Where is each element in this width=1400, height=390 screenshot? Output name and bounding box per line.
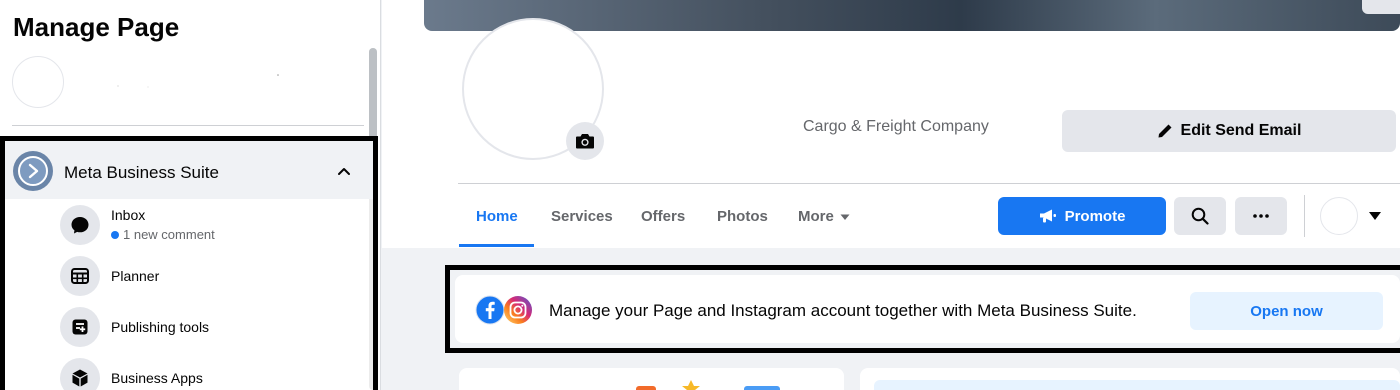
promo-banner: Manage your Page and Instagram account t… [455, 275, 1400, 343]
panel-title: Manage Page [13, 12, 180, 42]
cube-icon [60, 358, 100, 390]
promote-label: Promote [1064, 207, 1126, 225]
tab-offers[interactable]: Offers [641, 208, 685, 225]
page-avatar[interactable] [12, 56, 64, 108]
promo-text: Manage your Page and Instagram account t… [549, 301, 1137, 320]
more-dots-icon [1253, 214, 1269, 218]
publishing-tools-icon [60, 307, 100, 347]
meta-business-suite-section: Meta Business Suite Inbox 1 new comment … [0, 136, 378, 390]
edit-send-email-label: Edit Send Email [1180, 122, 1302, 139]
tab-home[interactable]: Home [476, 208, 518, 225]
chat-bubble-icon [60, 205, 100, 245]
page-main: Cargo & Freight Company Edit Send Email … [382, 0, 1400, 390]
promote-button[interactable]: Promote [998, 197, 1166, 235]
sidebar-item-label: Inbox [111, 207, 146, 223]
caret-down-icon [840, 214, 850, 220]
tab-photos[interactable]: Photos [717, 208, 768, 225]
actions-divider [1304, 195, 1305, 237]
caret-down-icon[interactable] [1368, 210, 1382, 222]
content-card-right [860, 368, 1400, 390]
more-options-button[interactable] [1235, 197, 1287, 235]
meta-business-suite-header[interactable]: Meta Business Suite [5, 141, 373, 199]
card-highlight [874, 380, 1400, 390]
tab-services[interactable]: Services [551, 208, 613, 225]
sidebar-item-business-apps[interactable]: Business Apps [60, 356, 360, 390]
panel-divider [12, 125, 364, 126]
sidebar-item-inbox[interactable]: Inbox 1 new comment [60, 203, 360, 247]
unread-dot-icon [111, 230, 119, 239]
megaphone-icon [1039, 209, 1056, 223]
meta-business-suite-promo: Manage your Page and Instagram account t… [445, 265, 1400, 353]
search-button[interactable] [1174, 197, 1226, 235]
page-header: Cargo & Freight Company Edit Send Email … [382, 0, 1400, 248]
tabs-divider [458, 183, 1400, 184]
active-tab-indicator [459, 244, 534, 247]
illustration-icon [636, 380, 780, 390]
tab-more[interactable]: More [798, 208, 850, 225]
chevron-up-icon[interactable] [336, 163, 352, 179]
sidebar-item-label: Publishing tools [111, 319, 210, 335]
cover-photo[interactable] [424, 0, 1400, 31]
sidebar-item-publishing-tools[interactable]: Publishing tools [60, 305, 360, 349]
content-card-left [459, 368, 844, 390]
facebook-instagram-icon [475, 295, 532, 325]
sidebar-item-planner[interactable]: Planner [60, 254, 360, 298]
open-now-button[interactable]: Open now [1190, 292, 1383, 330]
meta-business-suite-label: Meta Business Suite [64, 163, 219, 182]
account-avatar[interactable] [1320, 197, 1358, 235]
edit-send-email-button[interactable]: Edit Send Email [1062, 110, 1396, 152]
camera-icon[interactable] [566, 122, 604, 160]
page-category: Cargo & Freight Company [803, 118, 989, 135]
sidebar-item-label: Planner [111, 268, 160, 284]
calendar-grid-icon [60, 256, 100, 296]
manage-page-panel: Manage Page Meta Business Suite Inbox 1 [0, 0, 381, 390]
search-icon [1191, 207, 1209, 225]
page-name-blurred [117, 74, 279, 88]
tab-more-label: More [798, 208, 834, 225]
inbox-notification-text: 1 new comment [123, 227, 215, 242]
meta-business-suite-icon [13, 151, 53, 191]
inbox-notification: 1 new comment [111, 227, 215, 242]
edit-cover-button[interactable] [1362, 0, 1400, 14]
pencil-icon [1158, 124, 1172, 138]
sidebar-item-label: Business Apps [111, 370, 203, 386]
